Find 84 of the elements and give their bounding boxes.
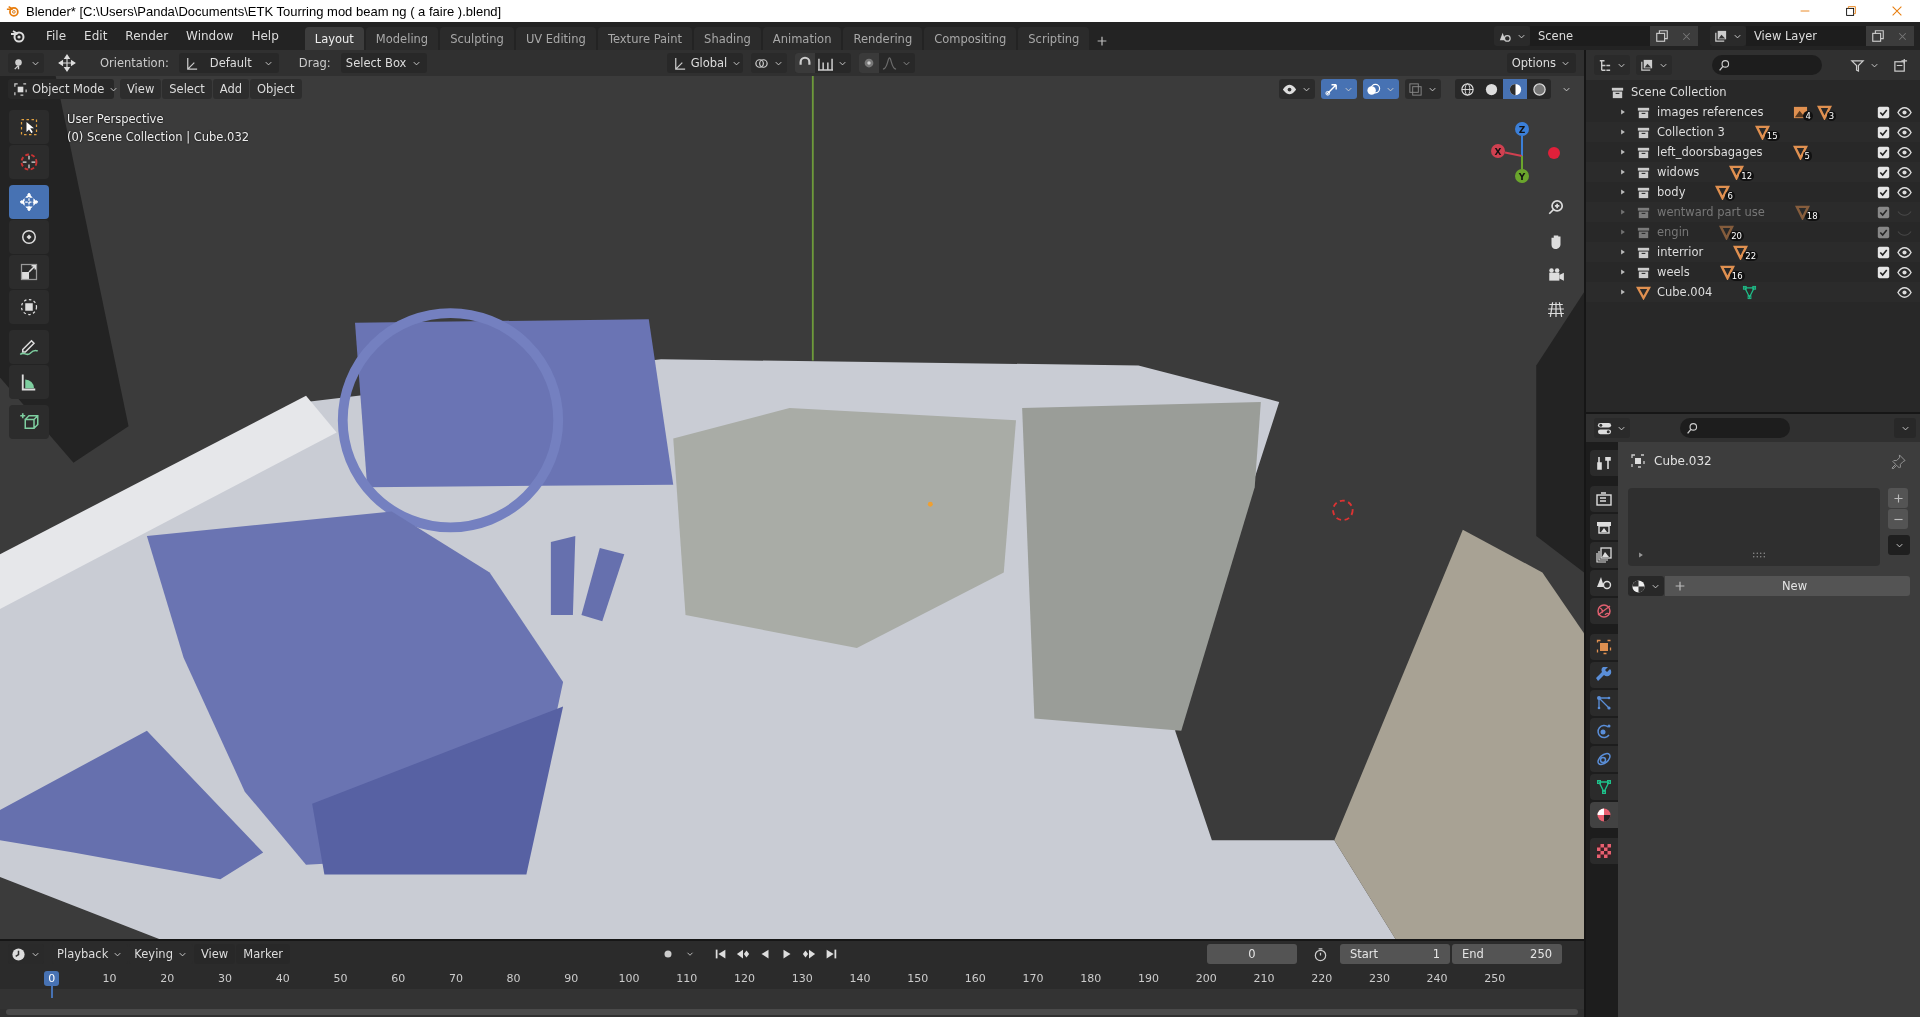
frame-number: 60 (390, 970, 407, 986)
outliner-item[interactable]: weels (1657, 265, 1690, 279)
frame-number: 100 (617, 970, 641, 986)
child-count: 20 (1729, 231, 1744, 241)
options-dropdown[interactable]: Options (1506, 53, 1576, 73)
frame-number: 180 (1079, 970, 1103, 986)
menu-item[interactable]: Help (243, 26, 287, 46)
frame-number: 190 (1137, 970, 1160, 986)
workspace-tab[interactable]: Rendering (843, 27, 923, 50)
menu-item[interactable]: Window (178, 26, 242, 46)
current-frame-marker[interactable]: 0 (44, 970, 60, 986)
orientation-label: Orientation: (100, 56, 169, 70)
object-name: Cube.032 (1654, 454, 1712, 468)
frame-number: 120 (733, 970, 756, 986)
frame-number: 70 (447, 970, 464, 986)
child-count: 12 (1739, 171, 1755, 181)
new-material-button[interactable]: New (1665, 576, 1910, 596)
outliner-item[interactable]: Cube.004 (1657, 285, 1713, 299)
axis-label: X (1494, 147, 1502, 157)
window-title: Blender* [C:\Users\Panda\Documents\ETK Tourring mod beam ng ( a faire ).blend] (26, 3, 502, 19)
outliner-item[interactable]: Collection 3 (1657, 125, 1725, 139)
mode-dropdown[interactable]: Object Mode (8, 79, 114, 99)
name-field[interactable]: View Layer (1746, 26, 1866, 46)
workspace-tab[interactable]: Shading (694, 27, 761, 50)
axis-label: Y (1518, 172, 1526, 182)
menu-item[interactable]: Add (212, 79, 250, 99)
frame-number: 50 (332, 970, 349, 986)
frame-number: 240 (1425, 970, 1449, 986)
frame-number: 140 (848, 970, 872, 986)
start-frame-field[interactable]: Start 1 (1340, 944, 1450, 964)
child-count: 22 (1743, 251, 1759, 261)
axis-label: Z (1518, 125, 1526, 135)
frame-number: 200 (1194, 970, 1218, 986)
frame-number: 220 (1310, 970, 1334, 986)
child-count: 16 (1729, 271, 1745, 281)
workspace-tab[interactable]: Animation (762, 27, 842, 50)
frame-number: 250 (1483, 970, 1507, 986)
menu-item[interactable]: View (120, 79, 162, 99)
menu-item[interactable]: Select (162, 79, 212, 99)
frame-number: 20 (159, 970, 176, 986)
frame-number: 10 (101, 970, 118, 986)
child-count: 3 (1826, 111, 1837, 121)
workspace-tab[interactable]: Modeling (365, 27, 439, 50)
child-count: 5 (1802, 151, 1812, 161)
workspace-tab[interactable]: Compositing (924, 27, 1017, 50)
frame-number: 110 (675, 970, 699, 986)
frame-number: 130 (790, 970, 814, 986)
outliner-item[interactable]: body (1657, 185, 1686, 199)
menu-item[interactable]: Object (250, 79, 302, 99)
child-count: 15 (1764, 131, 1780, 141)
frame-number: 30 (217, 970, 233, 986)
viewport-info-text: User Perspective (67, 111, 165, 128)
outliner-item[interactable]: Scene Collection (1631, 85, 1727, 99)
menu-item[interactable]: Edit (76, 26, 116, 46)
drag-label: Drag: (298, 56, 331, 70)
viewport-info-text: (0) Scene Collection | Cube.032 (67, 129, 250, 146)
frame-number: 40 (274, 970, 291, 986)
frame-number: 90 (563, 970, 580, 986)
frame-number: 150 (906, 970, 930, 986)
workspace-tab[interactable]: Texture Paint (597, 27, 693, 50)
outliner-item[interactable]: widows (1657, 165, 1700, 179)
child-count: 4 (1803, 111, 1813, 121)
drag-dropdown[interactable]: Select Box (340, 53, 427, 73)
outliner-item[interactable]: interrior (1657, 245, 1704, 259)
orientation-dropdown[interactable]: Default (178, 53, 279, 73)
transform-orientation-dropdown[interactable]: Global (666, 53, 743, 73)
menu-item[interactable]: File (38, 26, 75, 46)
outliner-item[interactable]: left_doorsbagages (1657, 145, 1763, 159)
current-frame-field[interactable]: 0 (1207, 944, 1297, 964)
frame-number: 170 (1021, 970, 1045, 986)
workspace-tab[interactable]: Layout (304, 27, 364, 50)
outliner-item[interactable]: images references (1657, 105, 1764, 119)
workspace-tab[interactable]: Scripting (1018, 27, 1090, 50)
frame-number: 80 (505, 970, 522, 986)
menu-item[interactable]: Render (117, 26, 177, 46)
frame-number: 210 (1252, 970, 1276, 986)
child-count: 18 (1804, 211, 1820, 221)
frame-number: 160 (963, 970, 987, 986)
child-count: 6 (1725, 191, 1735, 201)
name-field[interactable]: Scene (1530, 26, 1650, 46)
frame-number: 230 (1367, 970, 1391, 986)
workspace-tab[interactable]: Sculpting (440, 27, 514, 50)
workspace-tab[interactable]: UV Editing (515, 27, 596, 50)
end-frame-field[interactable]: End 250 (1452, 944, 1562, 964)
